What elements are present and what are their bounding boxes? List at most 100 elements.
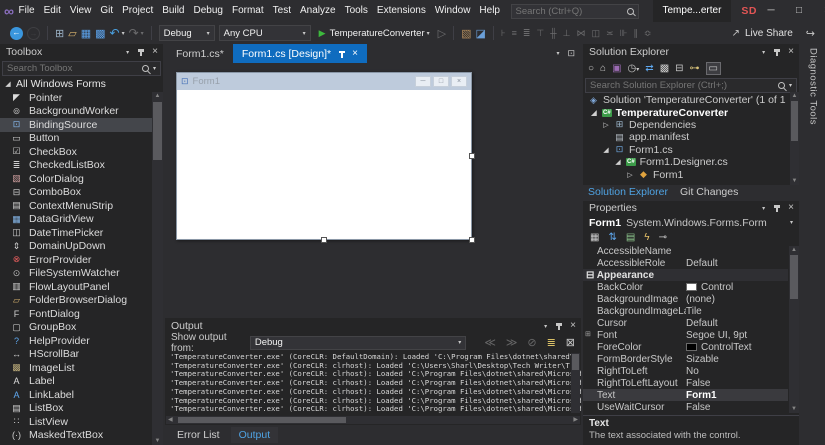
- tree-item-form1-designer-cs[interactable]: ◢C#Form1.Designer.cs: [583, 156, 789, 168]
- toolbox-item-checkbox[interactable]: ☑CheckBox: [0, 145, 152, 159]
- stop-search-icon[interactable]: ⊘: [527, 336, 536, 349]
- toolbox-item-backgroundworker[interactable]: ⊚BackgroundWorker: [0, 105, 152, 119]
- property-value[interactable]: False: [686, 402, 788, 413]
- scrollbar-thumb[interactable]: [153, 102, 162, 160]
- property-row-backgroundimagelayout[interactable]: BackgroundImageLayoutTile: [583, 305, 788, 317]
- property-row-accessiblename[interactable]: AccessibleName: [583, 245, 788, 257]
- align-tool-icon[interactable]: ≍: [606, 28, 614, 39]
- menu-window[interactable]: Window: [430, 0, 475, 22]
- menu-debug[interactable]: Debug: [189, 0, 227, 22]
- toolbox-item-flowlayoutpanel[interactable]: ▥FlowLayoutPanel: [0, 280, 152, 294]
- property-value[interactable]: Form1: [686, 390, 788, 401]
- property-row-text[interactable]: TextForm1: [583, 389, 788, 401]
- property-value[interactable]: No: [686, 366, 788, 377]
- window-position-icon[interactable]: ▾: [544, 323, 547, 330]
- resize-handle-right[interactable]: [469, 153, 475, 159]
- categorized-icon[interactable]: ▦: [590, 232, 599, 243]
- close-icon[interactable]: ×: [570, 321, 576, 331]
- toolbox-item-maskedtextbox[interactable]: (·)MaskedTextBox: [0, 429, 152, 443]
- undo-dropdown-icon[interactable]: ▾: [122, 30, 125, 37]
- align-tool-icon[interactable]: ≣: [523, 28, 531, 39]
- toolbox-item-filesystemwatcher[interactable]: ⊙FileSystemWatcher: [0, 267, 152, 281]
- property-value[interactable]: Tile: [686, 306, 788, 317]
- solution-platform-dropdown[interactable]: Any CPU▾: [219, 25, 311, 41]
- align-tool-icon[interactable]: ⊦: [501, 28, 506, 39]
- toolbox-item-pointer[interactable]: ◤Pointer: [0, 91, 152, 105]
- window-position-icon[interactable]: ▾: [762, 49, 765, 56]
- property-row-righttoleftlayout[interactable]: RightToLeftLayoutFalse: [583, 377, 788, 389]
- scrollbar-thumb[interactable]: [178, 417, 346, 423]
- expander-icon[interactable]: ◢: [590, 109, 598, 117]
- pin-icon[interactable]: [772, 48, 781, 56]
- hot-reload-icon[interactable]: ▷: [438, 27, 446, 40]
- toolbox-item-checkedlistbox[interactable]: ≣CheckedListBox: [0, 159, 152, 173]
- navigate-forward-icon[interactable]: →: [27, 27, 40, 40]
- scroll-up-icon[interactable]: ▲: [790, 93, 799, 99]
- toolbox-item-listbox[interactable]: ▤ListBox: [0, 402, 152, 416]
- toolbox-item-folderbrowserdialog[interactable]: ▱FolderBrowserDialog: [0, 294, 152, 308]
- next-message-icon[interactable]: ≫: [506, 336, 518, 349]
- home-icon[interactable]: ⌂: [600, 63, 606, 74]
- designed-form-client-area[interactable]: [178, 90, 470, 238]
- toolbox-item-helpprovider[interactable]: ?HelpProvider: [0, 334, 152, 348]
- toolbox-search-box[interactable]: ▾: [2, 61, 161, 76]
- align-tool-icon[interactable]: ◫: [592, 28, 601, 39]
- quick-search-box[interactable]: [511, 4, 639, 19]
- menu-extensions[interactable]: Extensions: [372, 0, 430, 22]
- scroll-up-icon[interactable]: ▲: [789, 247, 799, 253]
- bottom-tab-error-list[interactable]: Error List: [169, 427, 228, 443]
- tree-item-temperatureconverter[interactable]: ◢C#TemperatureConverter: [583, 106, 789, 118]
- scroll-down-icon[interactable]: ▼: [152, 438, 163, 444]
- scroll-left-icon[interactable]: ◀: [168, 416, 173, 424]
- redo-icon[interactable]: ↷: [129, 26, 139, 40]
- scroll-up-icon[interactable]: ▲: [152, 93, 163, 99]
- toolbox-item-datagridview[interactable]: ▦DataGridView: [0, 213, 152, 227]
- toolbox-item-button[interactable]: ▭Button: [0, 132, 152, 146]
- quick-search-input[interactable]: [516, 6, 627, 17]
- expander-icon[interactable]: ◢: [614, 158, 622, 166]
- pin-icon[interactable]: [772, 204, 781, 212]
- output-horizontal-scrollbar[interactable]: ◀ ▶: [166, 416, 580, 424]
- close-icon[interactable]: ×: [788, 203, 794, 213]
- align-tool-icon[interactable]: ∥: [633, 28, 638, 39]
- expand-icon[interactable]: ⊞: [585, 330, 591, 338]
- designed-form-titlebar[interactable]: ⊡ Form1 ─ □ ×: [177, 73, 471, 90]
- clear-all-icon[interactable]: ⊠: [566, 336, 575, 349]
- toolbox-item-datetimepicker[interactable]: ◫DateTimePicker: [0, 226, 152, 240]
- toolbox-item-bindingsource[interactable]: ⊡BindingSource: [0, 118, 152, 132]
- property-value[interactable]: Sizable: [686, 354, 788, 365]
- property-row-righttoleft[interactable]: RightToLeftNo: [583, 365, 788, 377]
- toolbox-item-fontdialog[interactable]: FFontDialog: [0, 307, 152, 321]
- send-feedback-icon[interactable]: ↪: [806, 27, 815, 40]
- window-position-icon[interactable]: ▾: [126, 49, 129, 56]
- property-value[interactable]: ControlText: [686, 342, 788, 353]
- output-source-dropdown[interactable]: Debug ▾: [250, 336, 466, 350]
- window-position-icon[interactable]: ▾: [762, 205, 765, 212]
- align-tool-icon[interactable]: ⋈: [577, 28, 586, 39]
- nest-files-icon[interactable]: ▩: [660, 63, 669, 74]
- solution-configuration-dropdown[interactable]: Debug▾: [159, 25, 215, 41]
- scrollbar-thumb[interactable]: [790, 255, 798, 299]
- word-wrap-icon[interactable]: ≣: [547, 336, 556, 349]
- scroll-down-icon[interactable]: ▼: [789, 406, 799, 412]
- undo-icon[interactable]: ↶: [110, 26, 120, 40]
- close-icon[interactable]: ×: [788, 47, 794, 57]
- diagnostic-tools-tab[interactable]: Diagnostic Tools: [808, 48, 819, 445]
- property-value[interactable]: False: [686, 378, 788, 389]
- float-window-icon[interactable]: ⊡: [567, 48, 575, 59]
- align-tool-icon[interactable]: ⊪: [620, 28, 628, 39]
- tree-item-solution-temperatureconverter-1-of-1-project-[interactable]: ◈Solution 'TemperatureConverter' (1 of 1…: [583, 94, 789, 106]
- property-row-formborderstyle[interactable]: FormBorderStyleSizable: [583, 353, 788, 365]
- menu-format[interactable]: Format: [227, 0, 268, 22]
- editor-tab-design[interactable]: Form1.cs [Design]*×: [233, 44, 367, 63]
- pin-icon[interactable]: [554, 322, 563, 330]
- sync-with-active-document-icon[interactable]: ⇄: [645, 63, 653, 74]
- property-value[interactable]: Default: [686, 318, 788, 329]
- editor-tab-code[interactable]: Form1.cs*: [167, 44, 233, 63]
- toolbox-item-hscrollbar[interactable]: ↔HScrollBar: [0, 348, 152, 362]
- panel-tab-solution-explorer[interactable]: Solution Explorer: [588, 186, 668, 198]
- tab-list-dropdown-icon[interactable]: ▾: [556, 50, 559, 57]
- toolbox-item-groupbox[interactable]: ▢GroupBox: [0, 321, 152, 335]
- save-icon[interactable]: ▦: [81, 27, 91, 40]
- save-all-icon[interactable]: ▩: [95, 27, 105, 40]
